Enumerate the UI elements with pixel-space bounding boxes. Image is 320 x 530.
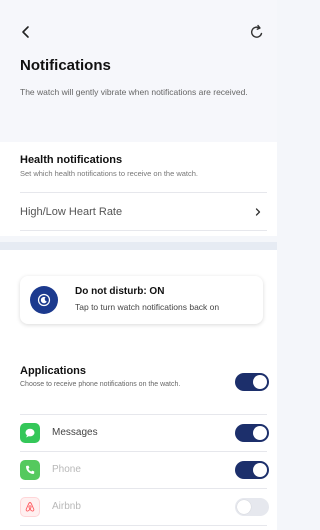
app-label-phone: Phone (52, 464, 81, 475)
toggle-knob (253, 375, 267, 389)
app-label-airbnb: Airbnb (52, 501, 81, 512)
app-row-messages: Messages (0, 421, 277, 447)
phone-icon (20, 460, 40, 480)
app-row-airbnb: Airbnb (0, 495, 277, 521)
section-separator (0, 242, 277, 250)
do-not-disturb-card[interactable]: Do not disturb: ON Tap to turn watch not… (20, 276, 263, 324)
toggle-knob (253, 463, 267, 477)
lower-section: Do not disturb: ON Tap to turn watch not… (0, 250, 277, 530)
airbnb-icon (20, 497, 40, 517)
messages-icon (20, 423, 40, 443)
page-subtitle: The watch will gently vibrate when notif… (20, 87, 248, 97)
header-section: Notifications The watch will gently vibr… (0, 0, 277, 142)
refresh-icon (251, 24, 263, 38)
app-row-phone: Phone (0, 458, 277, 484)
chevron-right-icon (255, 208, 261, 216)
chevron-left-icon (22, 26, 29, 38)
page-title: Notifications (20, 57, 111, 74)
toggle-knob (253, 426, 267, 440)
divider (20, 525, 267, 526)
app-label-messages: Messages (52, 427, 98, 438)
heart-rate-row[interactable]: High/Low Heart Rate (0, 197, 277, 227)
applications-title: Applications (20, 365, 87, 377)
health-subtitle: Set which health notifications to receiv… (20, 169, 199, 178)
notifications-screen: Notifications The watch will gently vibr… (0, 0, 277, 530)
divider (20, 414, 267, 415)
heart-rate-label: High/Low Heart Rate (20, 206, 123, 218)
applications-subtitle: Choose to receive phone notifications on… (20, 381, 181, 388)
dnd-subtitle: Tap to turn watch notifications back on (75, 302, 220, 312)
refresh-button[interactable] (245, 20, 269, 44)
applications-master-toggle[interactable] (235, 373, 269, 391)
health-notifications-section: Health notifications Set which health no… (0, 142, 277, 236)
divider (20, 192, 267, 193)
divider (20, 451, 267, 452)
back-button[interactable] (14, 20, 38, 44)
messages-toggle[interactable] (235, 424, 269, 442)
dnd-moon-icon (37, 293, 51, 307)
health-title: Health notifications (20, 154, 123, 166)
dnd-title: Do not disturb: ON (75, 286, 165, 297)
airbnb-toggle[interactable] (235, 498, 269, 516)
toggle-knob (237, 500, 251, 514)
phone-toggle[interactable] (235, 461, 269, 479)
divider (20, 230, 267, 231)
do-not-disturb-icon (30, 286, 58, 314)
divider (20, 488, 267, 489)
